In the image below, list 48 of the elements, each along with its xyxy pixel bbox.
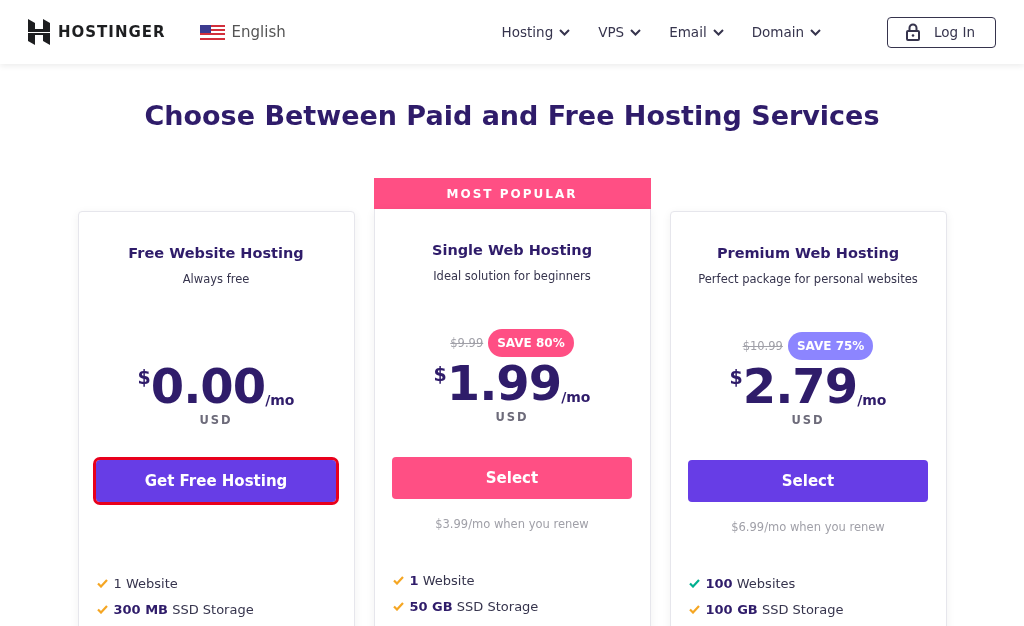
currency-symbol: $ xyxy=(729,366,743,388)
renewal-price: $6.99/mo when you renew xyxy=(731,520,885,536)
feature-text: 50 GB SSD Storage xyxy=(409,598,539,614)
currency-code: USD xyxy=(495,409,529,425)
chevron-down-icon xyxy=(559,28,571,36)
plan-name: Single Web Hosting xyxy=(431,241,592,260)
language-selector[interactable]: English xyxy=(231,23,286,41)
chevron-down-icon xyxy=(712,28,724,36)
old-price: $10.99 xyxy=(742,339,783,353)
discount-badge: SAVE 75% xyxy=(787,332,874,360)
price-amount: 0.00 xyxy=(150,360,266,412)
nav-menu-item[interactable]: Hosting xyxy=(501,24,571,40)
price-period: /mo xyxy=(561,389,591,405)
price-period: /mo xyxy=(857,392,887,408)
renewal-price: $3.99/mo when you renew xyxy=(435,517,589,533)
plan-name: Premium Web Hosting xyxy=(716,244,900,263)
brand-name: HOSTINGER xyxy=(58,23,166,41)
logo-icon xyxy=(28,19,50,45)
price-amount: 1.99 xyxy=(446,357,562,409)
feature-text: 100 Websites xyxy=(705,575,796,591)
lock-icon xyxy=(906,23,921,41)
currency-code: USD xyxy=(199,412,233,428)
price-amount: 2.79 xyxy=(742,360,858,412)
most-popular-ribbon: MOST POPULAR xyxy=(373,178,651,209)
plan-subtitle: Ideal solution for beginners xyxy=(433,268,591,285)
feature-text: 100 GB SSD Storage xyxy=(705,601,844,617)
plan-subtitle: Perfect package for personal websites xyxy=(698,271,918,288)
old-price: $9.99 xyxy=(450,336,484,350)
login-button[interactable]: Log In xyxy=(887,16,996,48)
nav-menu-item[interactable]: VPS xyxy=(598,24,642,40)
price-period: /mo xyxy=(265,392,295,408)
currency-symbol: $ xyxy=(137,366,151,388)
page-heading: Choose Between Paid and Free Hosting Services xyxy=(143,99,881,133)
feature-text: 1 Website xyxy=(409,572,475,588)
chevron-down-icon xyxy=(630,28,642,36)
currency-code: USD xyxy=(791,412,825,428)
feature-text: 1 Website xyxy=(113,575,178,591)
nav-menu-item[interactable]: Domain xyxy=(751,24,822,40)
chevron-down-icon xyxy=(810,28,822,36)
currency-symbol: $ xyxy=(433,363,447,385)
highlighted-cta-button[interactable]: Get Free Hosting xyxy=(96,460,336,502)
plan-name: Free Website Hosting xyxy=(128,244,304,263)
plan-subtitle: Always free xyxy=(182,271,250,288)
discount-badge: SAVE 80% xyxy=(488,329,574,357)
select-button[interactable]: Select xyxy=(688,460,928,502)
flag-icon xyxy=(199,24,225,40)
nav-menu-item[interactable]: Email xyxy=(669,24,724,40)
feature-text: 300 MB SSD Storage xyxy=(113,601,254,617)
